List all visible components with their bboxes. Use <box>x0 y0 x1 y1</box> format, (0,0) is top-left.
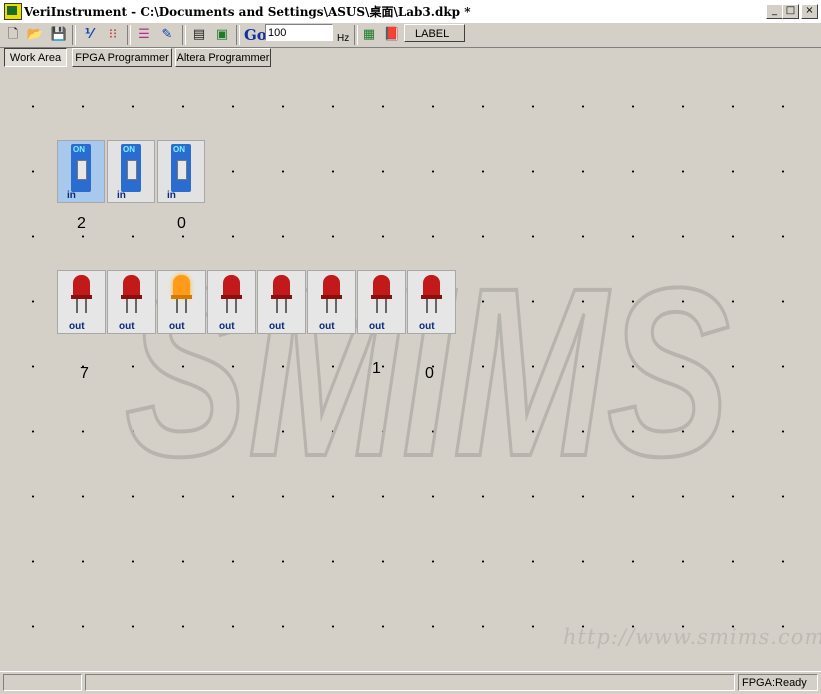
grid-io-icon[interactable]: ⁝⁝ <box>104 26 122 44</box>
toolbar-separator <box>72 25 76 45</box>
led-indicator[interactable]: out <box>357 270 406 334</box>
minimize-button[interactable]: _ <box>766 4 783 19</box>
led-pin-label[interactable]: 0 <box>425 365 434 383</box>
fpga-status: FPGA:Ready <box>738 674 818 691</box>
led-bulb-icon <box>423 275 440 297</box>
switch-direction: in <box>117 190 126 201</box>
tab-fpga-programmer[interactable]: FPGA Programmer <box>72 48 172 67</box>
switch-direction: in <box>67 190 76 201</box>
title-bar: VeriInstrument - C:\Documents and Settin… <box>0 0 821 23</box>
switch-pin-label[interactable]: 2 <box>77 215 86 233</box>
led-indicator[interactable]: out <box>257 270 306 334</box>
led-bulb-icon <box>323 275 340 297</box>
status-pane-middle <box>85 674 735 691</box>
go-button[interactable]: Go <box>244 26 267 44</box>
led-direction: out <box>219 321 235 332</box>
led-pin-label[interactable]: 7 <box>80 365 89 383</box>
monitor-icon[interactable]: ▣ <box>213 26 231 44</box>
led-pin-label[interactable]: 1 <box>372 360 381 378</box>
frequency-unit: Hz <box>337 33 350 44</box>
new-file-icon[interactable]: 🗋 <box>4 26 22 44</box>
led-bulb-icon <box>373 275 390 297</box>
tab-altera-programmer[interactable]: Altera Programmer <box>175 48 271 67</box>
led-indicator[interactable]: out <box>207 270 256 334</box>
switch-on-label: ON <box>73 145 85 154</box>
led-direction: out <box>419 321 435 332</box>
toolbar-separator <box>127 25 131 45</box>
list-icon[interactable]: ☰ <box>135 26 153 44</box>
io-toggle-icon[interactable]: ⅟ <box>80 26 98 44</box>
frequency-input[interactable]: 100 <box>265 24 333 41</box>
book-icon[interactable]: 📕 <box>383 26 401 44</box>
status-bar: FPGA:Ready <box>0 671 821 694</box>
dip-switch[interactable]: ON in <box>57 140 105 203</box>
dip-switch[interactable]: ON in <box>107 140 155 203</box>
edit-pencil-icon[interactable]: ✎ <box>158 26 176 44</box>
led-direction: out <box>119 321 135 332</box>
led-indicator[interactable]: out <box>57 270 106 334</box>
led-bulb-icon <box>273 275 290 297</box>
dip-switch[interactable]: ON in <box>157 140 205 203</box>
led-bulb-icon <box>123 275 140 297</box>
switch-on-label: ON <box>173 145 185 154</box>
switch-on-label: ON <box>123 145 135 154</box>
led-direction: out <box>319 321 335 332</box>
device-icon[interactable]: ▤ <box>190 26 208 44</box>
led-indicator-lit[interactable]: out <box>157 270 206 334</box>
switch-body: ON <box>121 144 141 192</box>
chip-icon[interactable]: ▦ <box>360 26 378 44</box>
led-bulb-lit-icon <box>173 275 190 297</box>
led-direction: out <box>269 321 285 332</box>
switch-body: ON <box>171 144 191 192</box>
toolbar-separator <box>182 25 186 45</box>
led-direction: out <box>169 321 185 332</box>
switch-knob <box>127 160 137 180</box>
led-indicator[interactable]: out <box>107 270 156 334</box>
led-direction: out <box>69 321 85 332</box>
led-bulb-icon <box>223 275 240 297</box>
switch-knob <box>177 160 187 180</box>
toolbar-separator <box>236 25 240 45</box>
led-direction: out <box>369 321 385 332</box>
work-area-canvas[interactable]: SMIMS http://www.smims.com ON in ON in O… <box>0 70 821 670</box>
switch-pin-label[interactable]: 0 <box>177 215 186 233</box>
open-folder-icon[interactable]: 📂 <box>26 26 44 44</box>
watermark-url: http://www.smims.com <box>563 625 821 649</box>
window-title: VeriInstrument - C:\Documents and Settin… <box>24 5 471 19</box>
label-button[interactable]: LABEL <box>404 24 465 42</box>
led-indicator[interactable]: out <box>407 270 456 334</box>
switch-direction: in <box>167 190 176 201</box>
led-indicator[interactable]: out <box>307 270 356 334</box>
status-pane-left <box>3 674 82 691</box>
switch-knob <box>77 160 87 180</box>
close-button[interactable]: × <box>801 4 818 19</box>
save-icon[interactable]: 💾 <box>50 26 68 44</box>
maximize-button[interactable]: □ <box>782 4 799 19</box>
app-icon <box>4 3 22 20</box>
led-bulb-icon <box>73 275 90 297</box>
toolbar-separator <box>354 25 358 45</box>
tab-work-area[interactable]: Work Area <box>4 48 67 67</box>
switch-body: ON <box>71 144 91 192</box>
